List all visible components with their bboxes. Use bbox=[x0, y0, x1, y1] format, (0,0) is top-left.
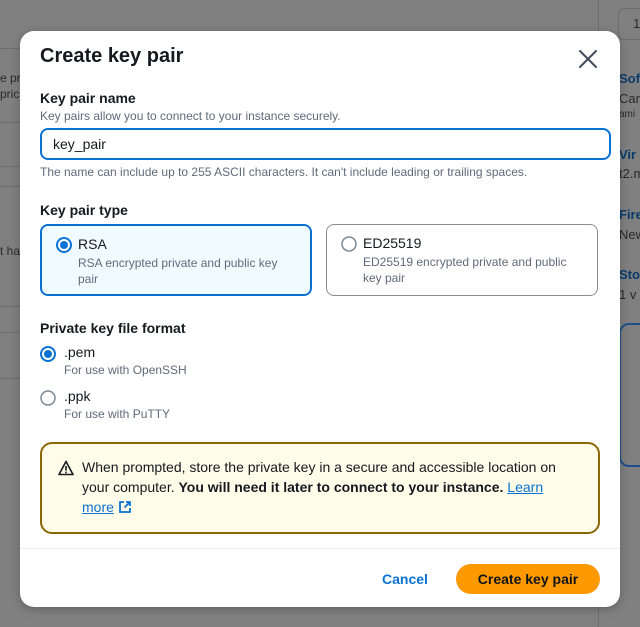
key-pair-name-label: Key pair name bbox=[40, 90, 136, 106]
bg-divider bbox=[0, 186, 20, 187]
bg-divider bbox=[0, 166, 20, 167]
key-pair-type-label: Key pair type bbox=[40, 202, 128, 218]
file-format-ppk-option[interactable]: .ppk For use with PuTTY bbox=[40, 388, 240, 422]
key-pair-name-description: Key pairs allow you to connect to your i… bbox=[40, 109, 341, 123]
radio-unselected-icon bbox=[40, 390, 56, 406]
key-pair-name-input[interactable] bbox=[40, 128, 611, 160]
bg-text-fragment: Sto bbox=[619, 267, 640, 282]
file-format-title: .ppk bbox=[64, 388, 91, 404]
bg-text-fragment: New bbox=[619, 227, 640, 242]
radio-selected-icon bbox=[56, 237, 72, 253]
file-format-title: .pem bbox=[64, 344, 96, 360]
bg-text-fragment: Fire bbox=[619, 207, 640, 222]
warning-icon bbox=[58, 460, 74, 476]
key-type-title: ED25519 bbox=[363, 235, 422, 251]
bg-text-fragment: e pr bbox=[0, 71, 21, 85]
bg-text-fragment: Vir bbox=[619, 147, 637, 162]
close-icon bbox=[579, 50, 597, 68]
radio-selected-icon bbox=[40, 346, 56, 362]
bg-text-fragment: Sof bbox=[619, 71, 640, 86]
bg-text-fragment: 1 v bbox=[619, 287, 637, 302]
external-link-icon bbox=[119, 501, 131, 513]
bg-input: 1 bbox=[618, 8, 640, 40]
key-pair-name-hint: The name can include up to 255 ASCII cha… bbox=[40, 165, 528, 179]
file-format-pem-option[interactable]: .pem For use with OpenSSH bbox=[40, 344, 240, 378]
radio-unselected-icon bbox=[341, 236, 357, 252]
dialog-title: Create key pair bbox=[40, 45, 184, 67]
key-type-rsa-tile[interactable]: RSA RSA encrypted private and public key… bbox=[40, 224, 312, 296]
key-type-title: RSA bbox=[78, 236, 107, 252]
cancel-button[interactable]: Cancel bbox=[370, 564, 440, 594]
bg-text-fragment: prici bbox=[0, 87, 23, 101]
bg-divider bbox=[0, 378, 20, 379]
bg-divider bbox=[0, 306, 20, 307]
key-type-description: ED25519 encrypted private and public key… bbox=[363, 255, 567, 285]
bg-divider bbox=[0, 332, 20, 333]
key-type-description: RSA encrypted private and public key pai… bbox=[78, 256, 278, 286]
bg-text-fragment: ami bbox=[619, 109, 636, 120]
alert-bold-text: You will need it later to connect to you… bbox=[178, 479, 504, 495]
bg-text-fragment: t2.m bbox=[619, 166, 640, 181]
file-format-description: For use with OpenSSH bbox=[64, 363, 187, 377]
bg-panel bbox=[619, 323, 640, 467]
alert-message: When prompted, store the private key in … bbox=[82, 457, 572, 517]
create-key-pair-dialog: Create key pair Key pair name Key pairs … bbox=[20, 31, 620, 607]
file-format-label: Private key file format bbox=[40, 320, 186, 336]
bg-divider bbox=[0, 48, 20, 49]
bg-divider bbox=[0, 122, 20, 123]
key-type-ed25519-tile[interactable]: ED25519 ED25519 encrypted private and pu… bbox=[326, 224, 598, 296]
create-key-pair-button[interactable]: Create key pair bbox=[456, 564, 600, 594]
bg-text-fragment: Can bbox=[619, 91, 640, 106]
close-button[interactable] bbox=[576, 47, 600, 71]
footer-divider bbox=[20, 548, 620, 549]
file-format-description: For use with PuTTY bbox=[64, 407, 171, 421]
warning-alert: When prompted, store the private key in … bbox=[40, 442, 600, 534]
